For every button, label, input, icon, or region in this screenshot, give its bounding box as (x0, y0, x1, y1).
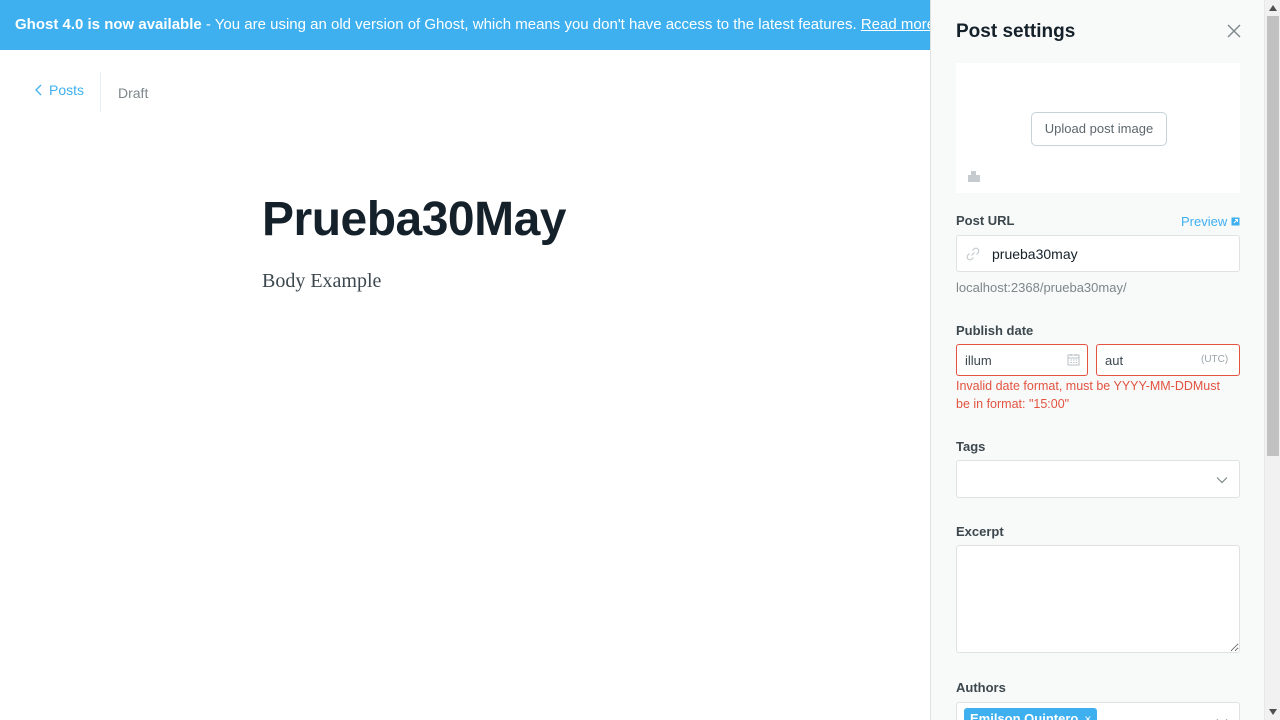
publish-time-field[interactable]: (UTC) (1096, 344, 1240, 376)
upload-post-image-button[interactable]: Upload post image (1031, 112, 1167, 146)
scroll-down-arrow-icon[interactable] (1269, 709, 1277, 715)
scrollbar-thumb[interactable] (1267, 16, 1279, 456)
panel-scrollbar[interactable] (1264, 0, 1280, 720)
post-url-label: Post URL (956, 213, 1015, 228)
excerpt-textarea[interactable] (956, 545, 1240, 653)
chevron-down-icon (1216, 477, 1228, 484)
banner-read-more-link[interactable]: Read more! (861, 16, 930, 33)
close-settings-button[interactable] (1226, 23, 1242, 39)
calendar-icon (1067, 354, 1080, 366)
close-icon (1227, 24, 1241, 38)
editor-area: Ghost 4.0 is now available - You are usi… (0, 0, 930, 720)
post-status: Draft (118, 85, 149, 101)
publish-time-input[interactable] (1105, 345, 1195, 375)
back-to-posts-link[interactable]: Posts (34, 82, 84, 98)
post-url-field[interactable] (956, 235, 1240, 272)
authors-label: Authors (956, 680, 1006, 695)
author-token[interactable]: Emilson Quintero × (964, 708, 1098, 720)
excerpt-label: Excerpt (956, 524, 1004, 539)
post-body[interactable]: Body Example (262, 270, 381, 293)
publish-date-label: Publish date (956, 323, 1034, 338)
post-settings-panel: Post settings Upload post image Post URL… (930, 0, 1280, 720)
back-link-label: Posts (49, 82, 85, 98)
panel-title: Post settings (956, 21, 1076, 42)
tags-label: Tags (956, 439, 986, 454)
authors-select[interactable]: Emilson Quintero × (956, 702, 1240, 720)
publish-date-field[interactable] (956, 344, 1088, 376)
nav-divider (100, 72, 101, 112)
banner-bold-text: Ghost 4.0 is now available (15, 16, 202, 33)
chevron-left-icon (35, 84, 42, 96)
publish-date-error: Invalid date format, must be YYYY-MM-DDM… (956, 379, 1220, 411)
preview-link[interactable]: Preview (1181, 214, 1240, 229)
publish-date-input[interactable] (965, 345, 1055, 375)
post-image-dropzone[interactable]: Upload post image (956, 63, 1240, 193)
editor-nav: Posts Draft (0, 72, 930, 112)
remove-author-icon[interactable]: × (1084, 708, 1091, 720)
post-url-hint: localhost:2368/prueba30may/ (956, 280, 1127, 295)
post-url-input[interactable] (992, 236, 1232, 271)
banner-text: - You are using an old version of Ghost,… (201, 16, 861, 33)
external-link-icon (1231, 217, 1240, 226)
utc-label: (UTC) (1201, 354, 1229, 365)
image-placeholder-icon (968, 171, 980, 182)
preview-label: Preview (1181, 214, 1228, 229)
author-name: Emilson Quintero (970, 711, 1079, 720)
tags-select[interactable] (956, 460, 1240, 498)
link-icon (966, 247, 980, 261)
update-banner: Ghost 4.0 is now available - You are usi… (0, 0, 930, 50)
post-title[interactable]: Prueba30May (262, 192, 567, 247)
scroll-up-arrow-icon[interactable] (1269, 5, 1277, 11)
